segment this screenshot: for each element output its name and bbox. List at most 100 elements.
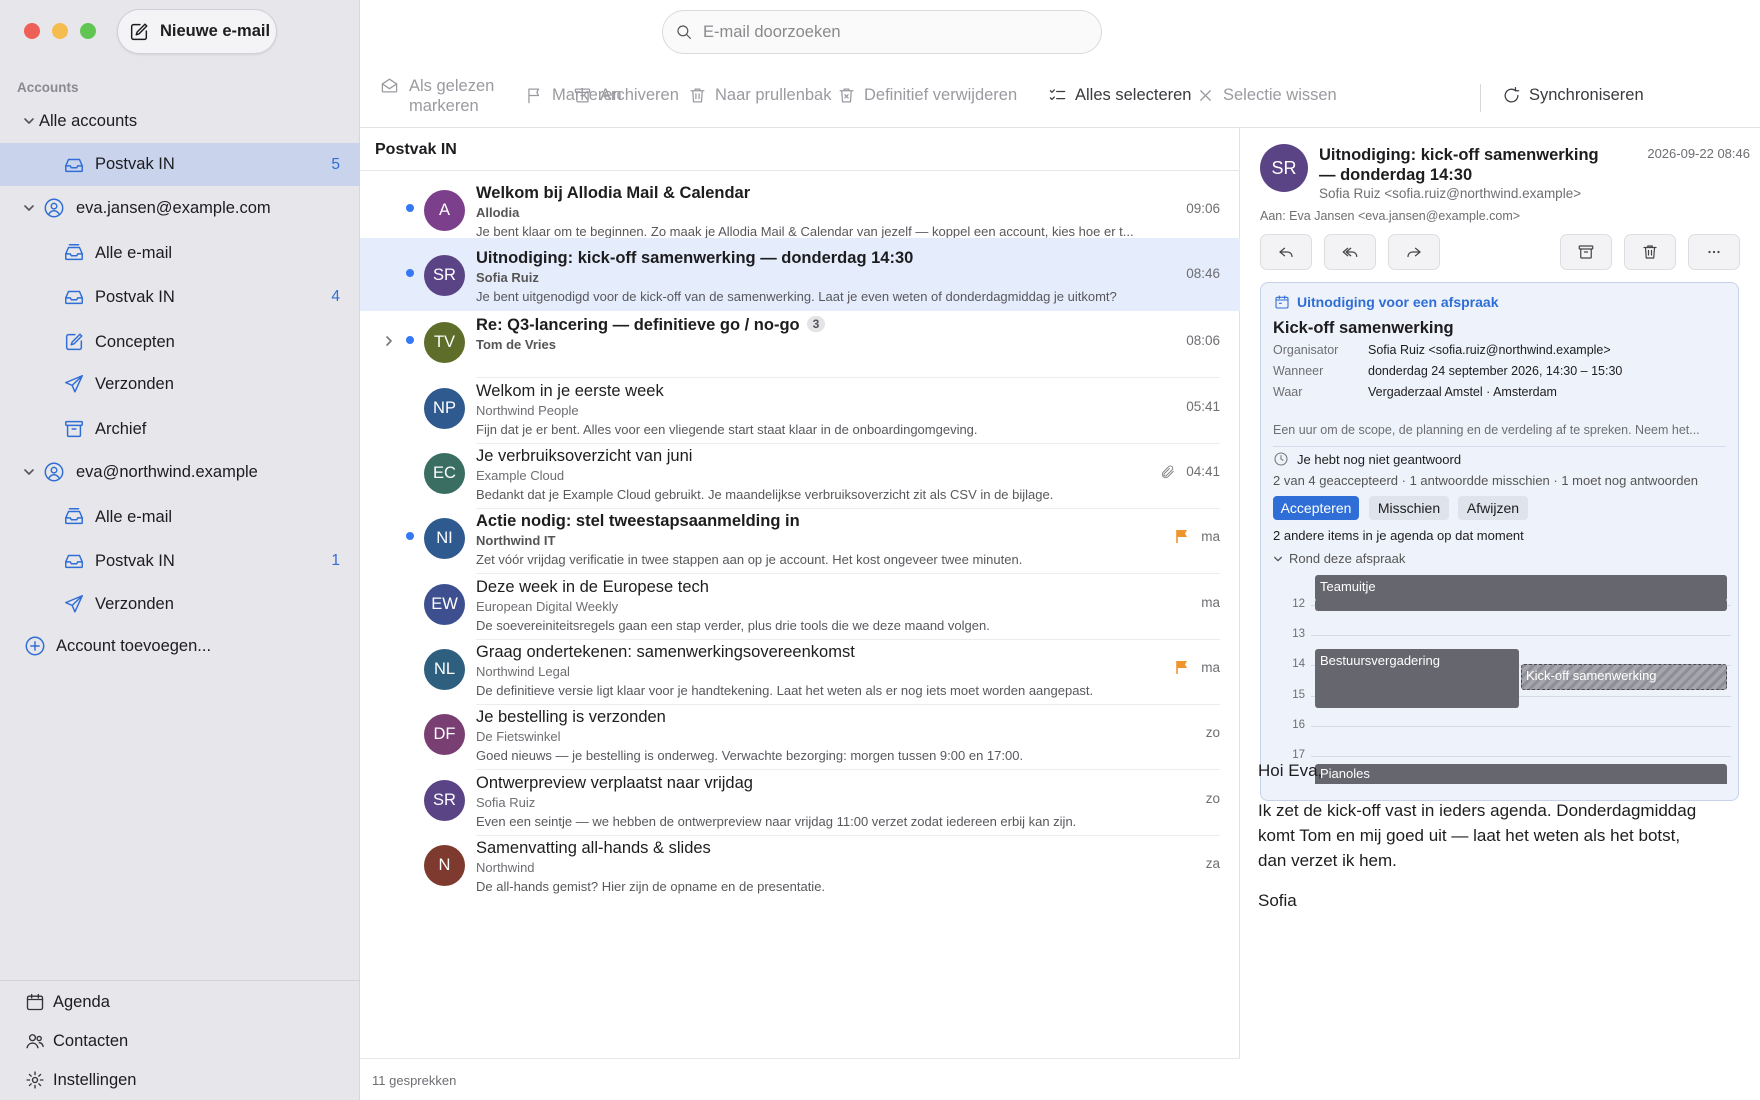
flag-icon[interactable] — [1174, 659, 1190, 675]
reply-button[interactable] — [1260, 234, 1312, 270]
accept-button[interactable]: Accepteren — [1273, 496, 1359, 520]
message-sender: Sofia Ruiz <sofia.ruiz@northwind.example… — [1319, 186, 1582, 201]
calendar-event[interactable]: Teamuitje — [1315, 575, 1727, 601]
sidebar-item-inbox[interactable]: Postvak IN 4 — [0, 277, 360, 317]
unread-count: 1 — [331, 552, 340, 569]
more-icon — [1708, 250, 1720, 254]
message-row[interactable]: EC Je verbruiksoverzicht van juni Example … — [360, 436, 1240, 509]
account-header-eva-northwind[interactable]: eva@northwind.example — [0, 452, 360, 492]
message-time: 04:41 — [1186, 464, 1220, 479]
delete-message-button[interactable] — [1624, 234, 1676, 270]
close-window-button[interactable] — [24, 23, 40, 39]
message-row[interactable]: NI Actie nodig: stel tweestapsaanmelding … — [360, 501, 1240, 574]
forward-button[interactable] — [1388, 234, 1440, 270]
list-title: Postvak IN — [375, 141, 457, 158]
message-time: ma — [1201, 529, 1220, 544]
calendar-event[interactable] — [1315, 599, 1727, 611]
sidebar-item-label: Archief — [95, 419, 147, 438]
subject-text: Welkom in je eerste week — [476, 382, 664, 400]
sidebar-item-sent[interactable]: Verzonden — [0, 364, 360, 404]
message-sender: Northwind People — [476, 403, 579, 418]
message-row[interactable]: EW Deze week in de Europese tech European … — [360, 567, 1240, 640]
nav-settings[interactable]: Instellingen — [0, 1062, 360, 1098]
close-icon — [1200, 90, 1211, 101]
where-value: Vergaderzaal Amstel · Amsterdam — [1368, 385, 1557, 399]
message-preview: Fijn dat je er bent. Alles voor een vlie… — [476, 422, 978, 437]
account-header-eva-jansen[interactable]: eva.jansen@example.com — [0, 188, 360, 228]
send-icon — [65, 375, 83, 393]
more-button[interactable] — [1688, 234, 1740, 270]
archive-button[interactable]: Archiveren — [573, 86, 679, 105]
hour-line — [1311, 635, 1731, 636]
sidebar-item-all-mail[interactable]: Alle e-mail — [0, 233, 360, 273]
message-preview: Je bent uitgenodigd voor de kick-off van… — [476, 289, 1117, 304]
message-sender: Northwind Legal — [476, 664, 570, 679]
nav-agenda[interactable]: Agenda — [0, 984, 360, 1020]
sidebar-item-sent[interactable]: Verzonden — [0, 584, 360, 624]
subject-text: Re: Q3-lancering — definitieve go / no-g… — [476, 316, 800, 334]
all-accounts-label: Alle accounts — [39, 111, 138, 130]
avatar: SR — [424, 255, 465, 296]
archive-message-button[interactable] — [1560, 234, 1612, 270]
archive-icon — [1578, 245, 1594, 259]
select-all-button[interactable]: Alles selecteren — [1048, 86, 1191, 105]
search-input[interactable]: E-mail doorzoeken — [662, 10, 1102, 54]
flag-icon[interactable] — [1174, 528, 1190, 544]
chevron-down-icon[interactable] — [23, 466, 35, 478]
account-icon — [44, 462, 64, 482]
current-event[interactable]: Kick-off samenwerking — [1521, 664, 1727, 690]
divider — [360, 170, 1240, 171]
message-sender: Example Cloud — [476, 468, 565, 483]
compose-button[interactable]: Nieuwe e-mail — [117, 9, 277, 54]
around-toggle[interactable]: Rond deze afspraak — [1273, 551, 1405, 566]
message-preview: Zet vóór vrijdag verificatie in twee sta… — [476, 552, 1023, 567]
sidebar-item-label: Verzonden — [95, 594, 174, 613]
message-row[interactable]: SR Uitnodiging: kick-off samenwerking — d… — [360, 238, 1240, 311]
all-accounts-header[interactable]: Alle accounts — [0, 101, 360, 141]
message-subject: Welkom bij Allodia Mail & Calendar — [476, 184, 750, 203]
sidebar-item-all-inbox[interactable]: Postvak IN 5 — [0, 143, 360, 186]
add-account-button[interactable]: Account toevoegen... — [0, 626, 360, 666]
sidebar-item-archive[interactable]: Archief — [0, 409, 360, 449]
sync-button[interactable]: Synchroniseren — [1502, 86, 1644, 105]
message-row[interactable]: DF Je bestelling is verzonden De Fietswink… — [360, 697, 1240, 770]
message-time: 05:41 — [1186, 399, 1220, 414]
message-row[interactable]: N Samenvatting all-hands & slides Northwin… — [360, 828, 1240, 901]
message-recipients: Aan: Eva Jansen <eva.jansen@example.com> — [1260, 209, 1521, 223]
maybe-button[interactable]: Misschien — [1369, 496, 1449, 520]
sidebar-item-inbox[interactable]: Postvak IN 1 — [0, 541, 360, 581]
chevron-down-icon[interactable] — [23, 115, 35, 127]
nav-contacts[interactable]: Contacten — [0, 1023, 360, 1059]
chevron-down-icon[interactable] — [23, 202, 35, 214]
message-row[interactable]: SR Ontwerpreview verplaatst naar vrijdag S… — [360, 763, 1240, 836]
maximize-window-button[interactable] — [80, 23, 96, 39]
reply-icon — [1279, 247, 1293, 258]
chevron-right-icon[interactable] — [383, 335, 395, 347]
send-icon — [65, 595, 83, 613]
message-subject: Deze week in de Europese tech — [476, 578, 709, 597]
message-row[interactable]: NP Welkom in je eerste week Northwind Peop… — [360, 371, 1240, 444]
message-row[interactable]: TV Re: Q3-lancering — definitieve go / no… — [360, 305, 1240, 378]
minimize-window-button[interactable] — [52, 23, 68, 39]
toolbar-divider — [1480, 84, 1481, 112]
nav-agenda-label: Agenda — [53, 992, 110, 1011]
chevron-down-icon — [1274, 556, 1282, 561]
unread-dot — [406, 204, 414, 212]
when-key: Wanneer — [1273, 364, 1324, 378]
conversation-count: 11 gesprekken — [372, 1073, 457, 1088]
message-row[interactable]: NL Graag ondertekenen: samenwerkingsovere… — [360, 632, 1240, 705]
mark-read-button[interactable]: Als gelezen markeren — [380, 76, 494, 116]
calendar-event[interactable]: Bestuursvergadering — [1315, 649, 1519, 708]
reply-all-button[interactable] — [1324, 234, 1376, 270]
checklist-icon — [1049, 89, 1066, 101]
trash-label: Naar prullenbak — [715, 86, 832, 104]
clear-selection-button[interactable]: Selectie wissen — [1196, 86, 1337, 105]
compose-label: Nieuwe e-mail — [160, 22, 271, 40]
trash-button[interactable]: Naar prullenbak — [688, 86, 831, 105]
message-row[interactable]: A Welkom bij Allodia Mail & Calendar Allod… — [360, 173, 1240, 246]
delete-permanently-button[interactable]: Definitief verwijderen — [837, 86, 1017, 105]
sidebar-item-drafts[interactable]: Concepten — [0, 322, 360, 362]
decline-button[interactable]: Afwijzen — [1458, 496, 1528, 520]
hour-label: 16 — [1292, 719, 1305, 731]
sidebar-item-all-mail[interactable]: Alle e-mail — [0, 497, 360, 537]
